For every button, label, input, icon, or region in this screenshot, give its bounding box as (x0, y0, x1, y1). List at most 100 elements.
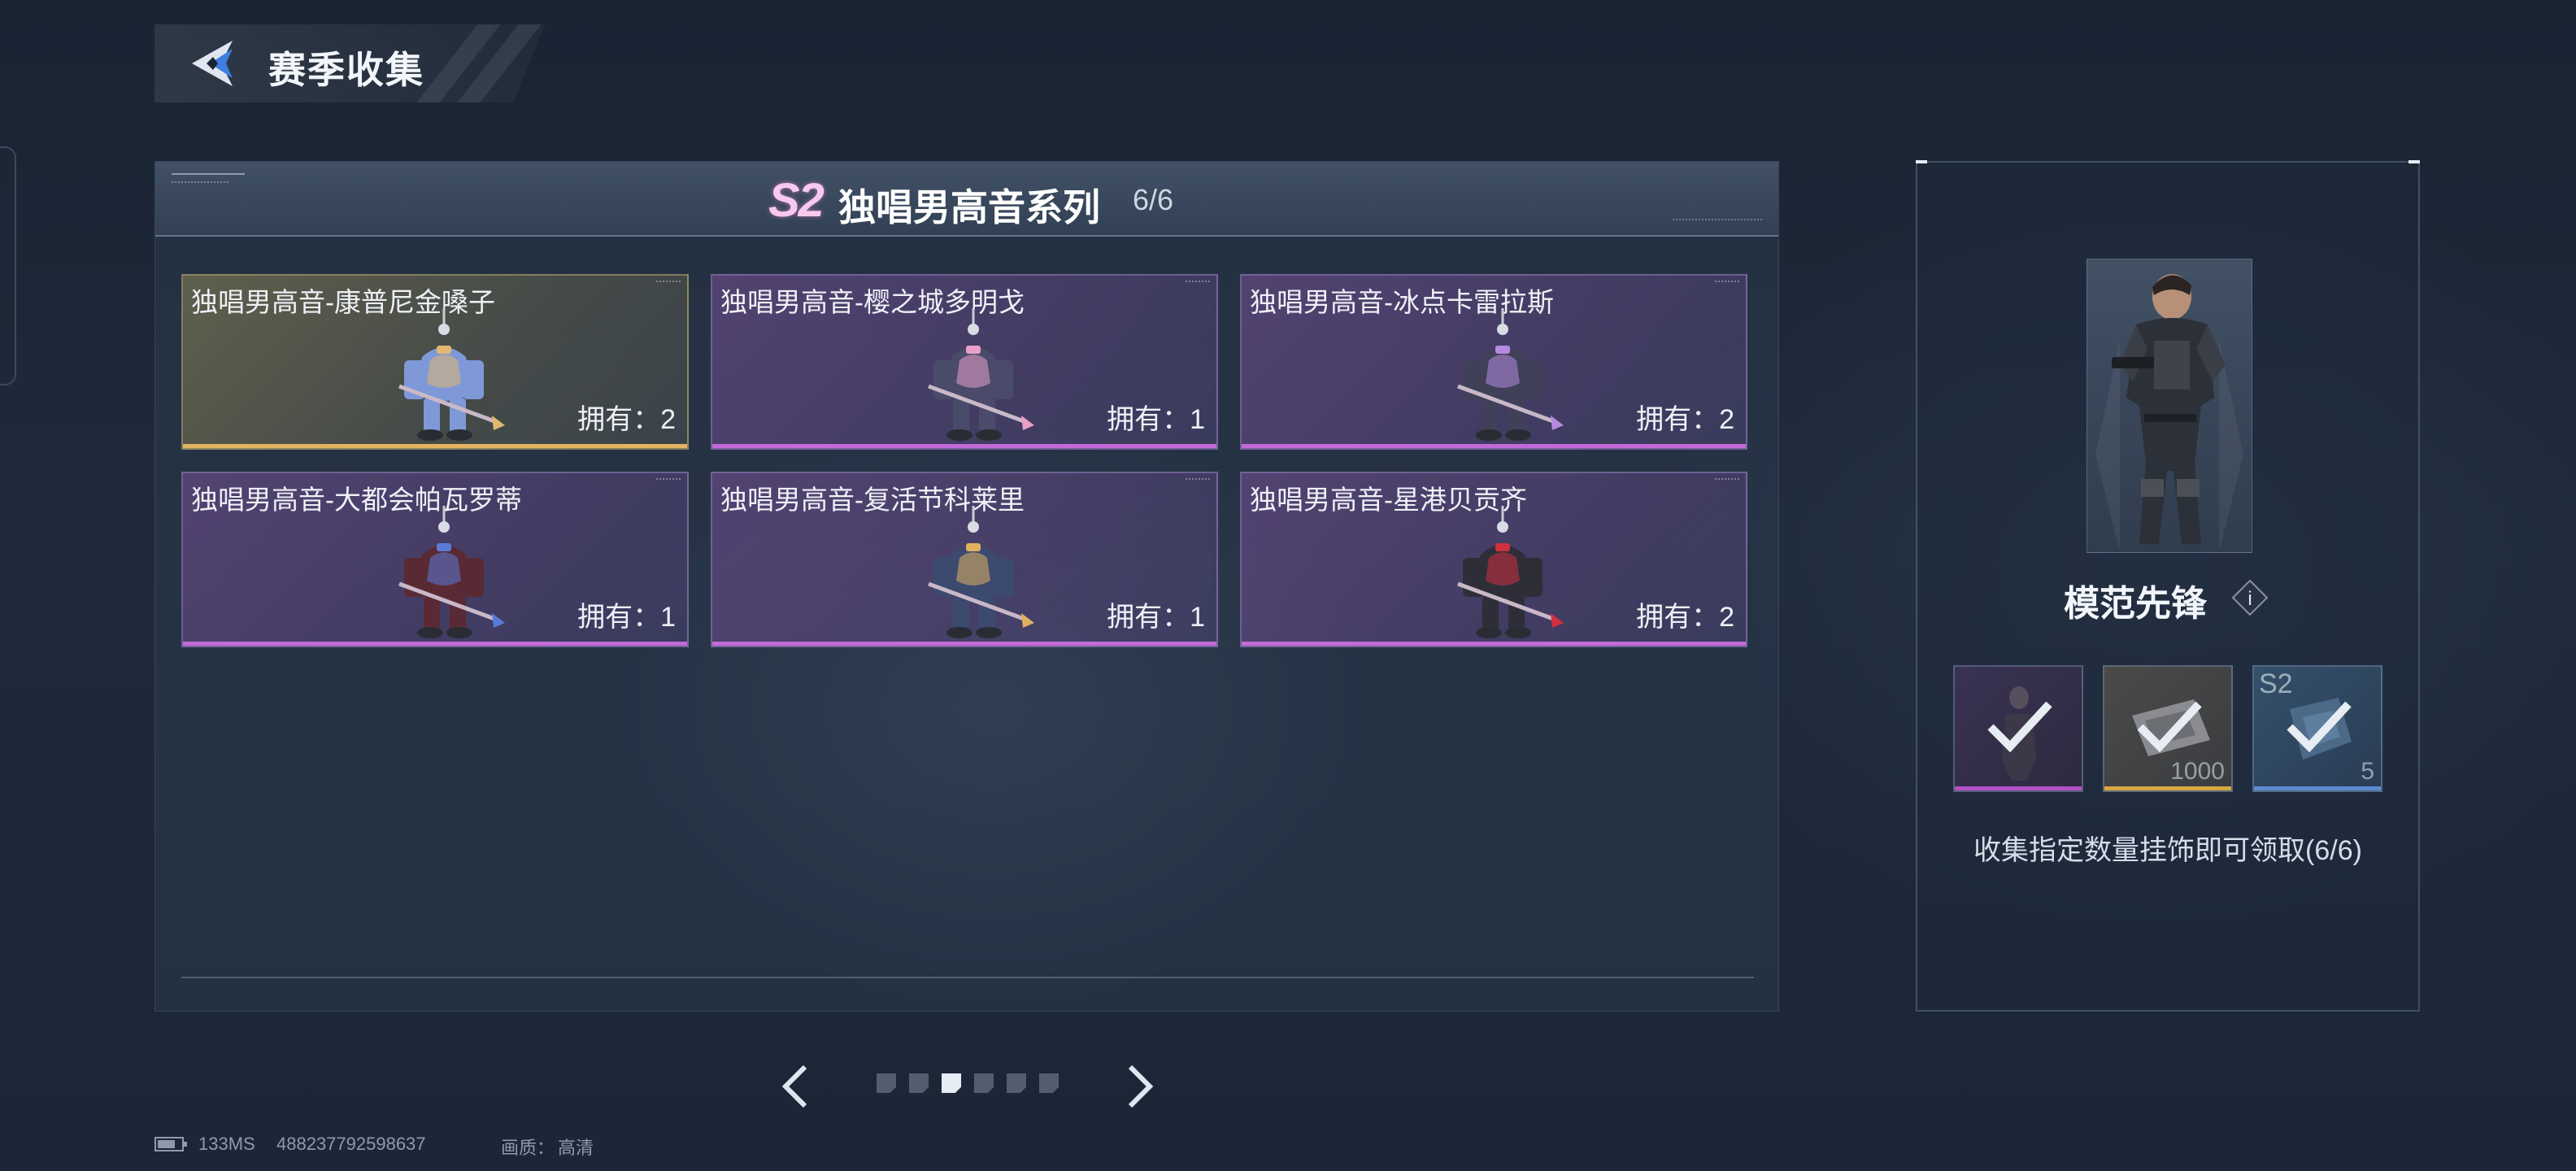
ornament-part (946, 429, 973, 441)
ornament-part (417, 627, 443, 638)
ornament-part (446, 627, 472, 638)
header-decoration (1673, 219, 1762, 224)
page-dot[interactable] (1007, 1073, 1026, 1093)
owned-count: 拥有：1 (577, 602, 676, 633)
ornament-part (1495, 543, 1510, 551)
quality-value: 高清 (558, 1138, 594, 1158)
panel-corner (2408, 160, 2420, 163)
card-decoration (1186, 281, 1210, 285)
ornament-part (966, 346, 981, 354)
ornament-part (1486, 552, 1520, 586)
ornament-part (463, 558, 484, 597)
ornament-part (1021, 613, 1034, 628)
ornament-card[interactable]: 独唱男高音-冰点卡雷拉斯 拥有：2 (1240, 274, 1747, 450)
side-edge-tab (0, 146, 16, 385)
ornament-part (424, 595, 440, 631)
mech-ornament-icon (928, 308, 1034, 441)
collection-panel: S2 独唱男高音系列 6/6 独唱男高音-康普尼金嗓子 拥有：2 独唱男高音-樱… (154, 161, 1779, 1012)
mech-ornament-icon (398, 506, 505, 638)
quality-label: 画质： (501, 1138, 555, 1158)
ornament-card[interactable]: 独唱男高音-康普尼金嗓子 拥有：2 (181, 274, 689, 450)
ornament-part (956, 552, 990, 586)
ornament-part (1497, 521, 1508, 533)
reward-quantity: 1000 (2170, 758, 2225, 785)
ornament-part (1521, 360, 1543, 399)
rarity-bar (2254, 786, 2381, 790)
ornament-part (1497, 324, 1508, 335)
back-arrow-icon[interactable] (185, 36, 242, 93)
ornament-part (956, 355, 990, 388)
mech-ornament-icon (398, 308, 505, 441)
ornament-card[interactable]: 独唱男高音-大都会帕瓦罗蒂 拥有：1 (181, 472, 689, 647)
ornament-part (1021, 416, 1034, 430)
rarity-bar (1242, 642, 1746, 646)
rarity-bar (2104, 786, 2231, 790)
ornament-part (1505, 627, 1531, 638)
mech-ornament-icon (928, 506, 1034, 638)
mech-ornament-icon (1457, 308, 1564, 441)
chevron-left-icon[interactable] (772, 1060, 821, 1112)
battery-icon (154, 1137, 187, 1151)
page-dot[interactable] (942, 1073, 961, 1093)
owned-count: 拥有：2 (577, 404, 676, 435)
rarity-bar (712, 444, 1216, 448)
ornament-part (1551, 613, 1564, 628)
page-dot[interactable] (877, 1073, 896, 1093)
ornament-part (450, 595, 466, 631)
page-dot[interactable] (909, 1073, 929, 1093)
ornament-part (968, 324, 979, 335)
ornament-part (992, 360, 1013, 399)
ornament-part (1486, 355, 1520, 388)
ornament-part (979, 595, 995, 631)
ornament-part (450, 398, 466, 433)
pager (772, 1054, 1163, 1119)
header-decoration (172, 181, 228, 185)
ornament-part (968, 521, 979, 533)
ornament-card[interactable]: 独唱男高音-樱之城多明戈 拥有：1 (711, 274, 1218, 450)
page-title: 赛季收集 (268, 49, 424, 91)
ornament-part (1482, 595, 1499, 631)
reward-quantity: 5 (2361, 758, 2374, 785)
ornament-part (427, 552, 461, 586)
card-decoration (656, 281, 681, 285)
player-id: 488237792598637 (276, 1134, 426, 1154)
ornament-part (953, 398, 969, 433)
page-dot[interactable] (1039, 1073, 1059, 1093)
info-icon[interactable]: i (2231, 579, 2269, 616)
mech-ornament-icon (1457, 506, 1564, 638)
ornament-part (1495, 346, 1510, 354)
ornament-part (492, 416, 505, 430)
claimed-check-icon (2287, 701, 2352, 753)
reward-name: 模范先锋 (2064, 584, 2207, 624)
ornament-card[interactable]: 独唱男高音-星港贝贡齐 拥有：2 (1240, 472, 1747, 647)
ornament-part (463, 360, 484, 399)
reward-panel: 模范先锋 i 1000 S2 5 收集指定数量挂饰即可领取(6/6) (1916, 160, 2420, 1012)
series-name: 独唱男高音系列 (838, 186, 1100, 229)
ornament-card[interactable]: 独唱男高音-复活节科莱里 拥有：1 (711, 472, 1218, 647)
owned-count: 拥有：2 (1636, 404, 1734, 435)
rarity-bar (183, 642, 687, 646)
ornament-grid: 独唱男高音-康普尼金嗓子 拥有：2 独唱男高音-樱之城多明戈 拥有：1 独唱男高… (181, 274, 1757, 647)
character-portrait (2086, 259, 2252, 553)
reward-slot[interactable] (1953, 665, 2083, 792)
card-decoration (1715, 281, 1739, 285)
reward-description: 收集指定数量挂饰即可领取(6/6) (1973, 835, 2362, 866)
rarity-bar (1955, 786, 2082, 790)
ornament-part (446, 429, 472, 441)
ornament-part (1521, 558, 1543, 597)
ornament-part (438, 324, 450, 335)
ornament-part (417, 429, 443, 441)
ornament-part (1508, 398, 1525, 433)
ornament-part (1476, 627, 1502, 638)
page-dot[interactable] (974, 1073, 994, 1093)
panel-divider (181, 977, 1754, 978)
chevron-right-icon[interactable] (1114, 1060, 1163, 1112)
reward-slot[interactable]: 1000 (2103, 665, 2233, 792)
ornament-part (424, 398, 440, 433)
season-badge: S2 (768, 174, 825, 227)
rarity-bar (1242, 444, 1746, 448)
latency-text: 133MS (198, 1134, 255, 1154)
ornament-part (976, 627, 1002, 638)
ornament-part (966, 543, 981, 551)
reward-slot[interactable]: S2 5 (2252, 665, 2382, 792)
